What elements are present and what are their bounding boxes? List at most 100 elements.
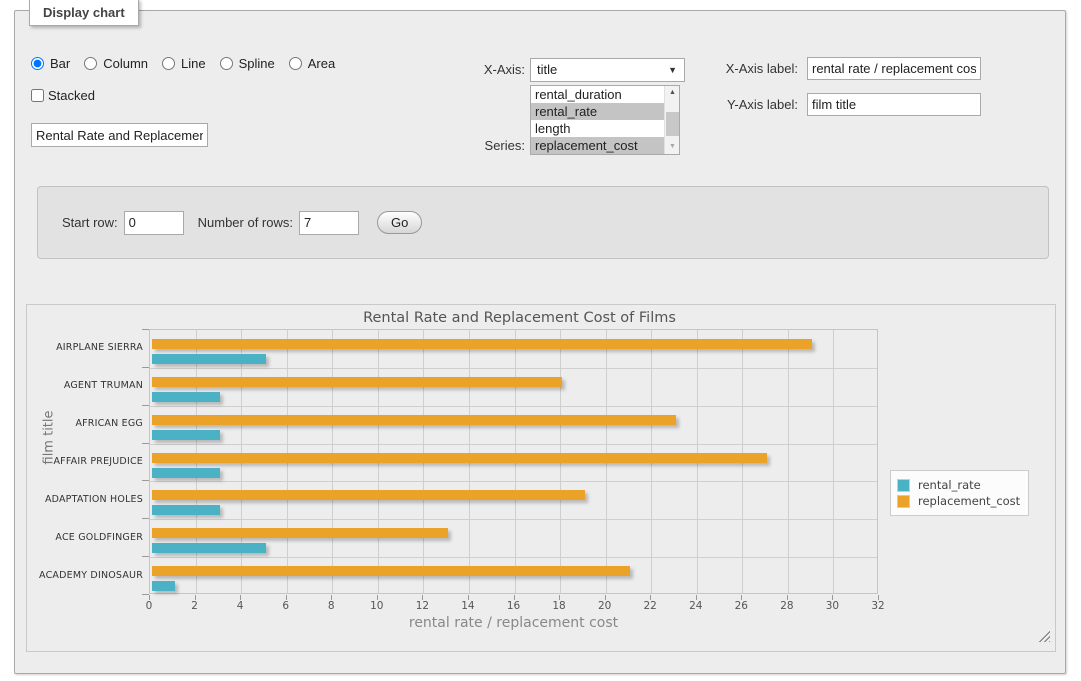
x-axis-label-field-label: X-Axis label:: [706, 61, 798, 76]
y-tick-mark: [142, 480, 149, 481]
bar-replacement_cost: [152, 339, 812, 349]
chevron-down-icon: ▼: [668, 65, 677, 75]
x-tick-label: 10: [357, 600, 397, 612]
x-tick-label: 26: [721, 600, 761, 612]
x-axis-label-input[interactable]: [807, 57, 981, 80]
y-axis-label-input[interactable]: [807, 93, 981, 116]
chart-title-input[interactable]: [31, 123, 208, 147]
x-gridline: [788, 330, 789, 593]
y-gridline: [150, 444, 877, 445]
x-gridline: [833, 330, 834, 593]
legend-swatch-replacement_cost: [897, 495, 910, 508]
bar-rental_rate: [152, 543, 266, 553]
radio-bar-label[interactable]: Bar: [50, 56, 70, 71]
bar-rental_rate: [152, 392, 220, 402]
x-axis-label: X-Axis:: [441, 62, 525, 77]
category-label: ADAPTATION HOLES: [27, 494, 143, 505]
x-tick-label: 16: [494, 600, 534, 612]
y-tick-mark: [142, 594, 149, 595]
go-button[interactable]: Go: [377, 211, 422, 234]
series-option-replacement-cost[interactable]: replacement_cost: [531, 137, 664, 154]
x-tick-label: 18: [539, 600, 579, 612]
stacked-row: Stacked: [31, 88, 95, 103]
bar-replacement_cost: [152, 415, 676, 425]
y-gridline: [150, 406, 877, 407]
category-label: AFRICAN EGG: [27, 418, 143, 429]
scroll-up-icon[interactable]: ▲: [665, 86, 680, 100]
chart-type-radio-group: Bar Column Line Spline Area: [31, 56, 345, 71]
radio-spline[interactable]: [220, 57, 233, 70]
series-option-length[interactable]: length: [531, 120, 664, 137]
chart-legend: rental_rate replacement_cost: [890, 470, 1029, 516]
x-tick-label: 28: [767, 600, 807, 612]
y-tick-mark: [142, 329, 149, 330]
radio-spline-label[interactable]: Spline: [239, 56, 275, 71]
category-label: ACADEMY DINOSAUR: [27, 570, 143, 581]
legend-swatch-rental_rate: [897, 479, 910, 492]
category-label: ACE GOLDFINGER: [27, 532, 143, 543]
num-rows-input[interactable]: [299, 211, 359, 235]
bar-rental_rate: [152, 581, 175, 591]
x-tick-label: 6: [266, 600, 306, 612]
radio-column[interactable]: [84, 57, 97, 70]
legend-label-replacement_cost: replacement_cost: [918, 494, 1020, 508]
legend-label-rental_rate: rental_rate: [918, 478, 981, 492]
fieldset-legend-label: Display chart: [43, 5, 125, 20]
bar-rental_rate: [152, 468, 220, 478]
x-tick-label: 2: [175, 600, 215, 612]
x-tick-label: 24: [676, 600, 716, 612]
y-gridline: [150, 519, 877, 520]
y-tick-mark: [142, 443, 149, 444]
x-tick-label: 32: [858, 600, 898, 612]
series-list-scrollbar[interactable]: ▲ ▼: [664, 86, 679, 154]
bar-rental_rate: [152, 430, 220, 440]
radio-line-label[interactable]: Line: [181, 56, 206, 71]
y-tick-mark: [142, 367, 149, 368]
bar-replacement_cost: [152, 377, 562, 387]
category-label: AIRPLANE SIERRA: [27, 342, 143, 353]
x-tick-label: 14: [448, 600, 488, 612]
legend-row: replacement_cost: [897, 494, 1020, 508]
x-tick-label: 22: [630, 600, 670, 612]
x-axis-select[interactable]: title ▼: [530, 58, 685, 82]
bar-replacement_cost: [152, 490, 585, 500]
start-row-label: Start row:: [62, 215, 118, 230]
series-option-rental-rate[interactable]: rental_rate: [531, 103, 664, 120]
legend-row: rental_rate: [897, 478, 1020, 492]
y-tick-mark: [142, 518, 149, 519]
fieldset-legend: Display chart: [29, 0, 139, 26]
radio-line[interactable]: [162, 57, 175, 70]
x-tick-label: 12: [402, 600, 442, 612]
display-chart-fieldset: Display chart Bar Column Line Spline Are…: [14, 10, 1066, 674]
plot-area: [149, 329, 878, 594]
rows-panel: Start row: Number of rows: Go: [37, 186, 1049, 259]
y-gridline: [150, 557, 877, 558]
stacked-label[interactable]: Stacked: [48, 88, 95, 103]
x-tick-label: 4: [220, 600, 260, 612]
x-tick-label: 8: [311, 600, 351, 612]
chart-title: Rental Rate and Replacement Cost of Film…: [27, 310, 1012, 326]
category-label: AFFAIR PREJUDICE: [27, 456, 143, 467]
y-gridline: [150, 368, 877, 369]
radio-area[interactable]: [289, 57, 302, 70]
stacked-checkbox[interactable]: [31, 89, 44, 102]
x-tick-label: 20: [585, 600, 625, 612]
chart-container: Rental Rate and Replacement Cost of Film…: [26, 304, 1056, 652]
series-option-rental-duration[interactable]: rental_duration: [531, 86, 664, 103]
radio-bar[interactable]: [31, 57, 44, 70]
series-multiselect[interactable]: rental_duration rental_rate length repla…: [530, 85, 680, 155]
x-tick-label: 0: [129, 600, 169, 612]
bar-rental_rate: [152, 354, 266, 364]
series-label: Series:: [441, 138, 525, 153]
bar-replacement_cost: [152, 566, 630, 576]
bar-replacement_cost: [152, 453, 767, 463]
y-gridline: [150, 481, 877, 482]
scroll-down-icon[interactable]: ▼: [665, 140, 680, 154]
y-tick-mark: [142, 556, 149, 557]
radio-area-label[interactable]: Area: [308, 56, 335, 71]
scrollbar-thumb[interactable]: [666, 112, 679, 136]
radio-column-label[interactable]: Column: [103, 56, 148, 71]
start-row-input[interactable]: [124, 211, 184, 235]
bar-rental_rate: [152, 505, 220, 515]
resize-handle-icon[interactable]: [1038, 630, 1050, 642]
